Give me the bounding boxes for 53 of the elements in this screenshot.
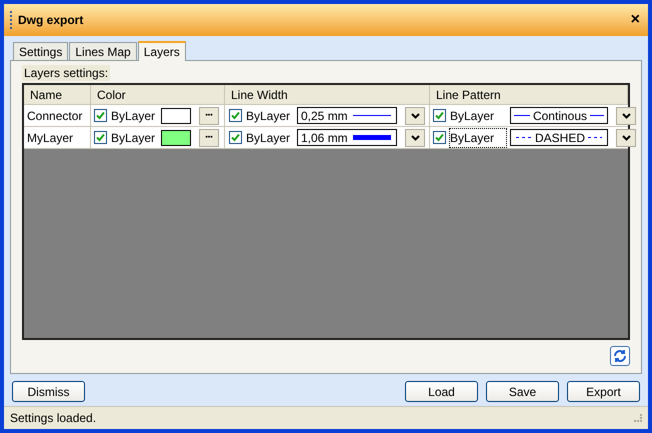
line-pattern-field[interactable]: DASHED	[510, 129, 608, 146]
line-sample-icon	[516, 136, 532, 139]
dropdown-button[interactable]	[616, 128, 636, 146]
color-swatch[interactable]	[161, 108, 191, 124]
line-width-field[interactable]: 1,06 mm	[297, 129, 397, 146]
table-cell: MyLayer	[24, 127, 91, 148]
line-width-field[interactable]: 0,25 mm	[297, 107, 397, 124]
caret-icon	[410, 134, 420, 140]
pattern-name: Continous	[532, 108, 588, 124]
tab[interactable]: Settings	[13, 42, 68, 60]
checkbox-label: ByLayer	[450, 108, 496, 124]
refresh-icon	[613, 349, 627, 363]
dropdown-button[interactable]	[405, 106, 425, 124]
line-sample-icon	[590, 114, 604, 117]
pattern-name: DASHED	[534, 130, 585, 146]
column-header[interactable]: Color	[91, 85, 225, 104]
line-sample-icon	[588, 136, 602, 139]
action-button[interactable]: Export	[567, 381, 640, 402]
checkbox-label: ByLayer	[111, 130, 156, 146]
checkbox-label: ByLayer	[246, 108, 292, 124]
dropdown-button[interactable]	[616, 106, 636, 124]
status-text: Settings loaded.	[10, 410, 98, 427]
dismiss-button[interactable]: Dismiss	[12, 381, 85, 402]
column-header[interactable]: Name	[24, 85, 91, 104]
column-header[interactable]: Line Pattern	[430, 85, 628, 104]
line-sample-icon	[352, 135, 391, 140]
caret-icon	[622, 134, 630, 140]
checkbox-label: ByLayer	[111, 108, 156, 124]
checkbox[interactable]	[433, 131, 446, 144]
checkbox[interactable]	[229, 131, 242, 144]
caret-icon	[410, 112, 420, 118]
checkbox[interactable]	[229, 109, 242, 122]
close-button[interactable]: ×	[630, 12, 640, 28]
refresh-button[interactable]	[610, 346, 630, 366]
line-sample-icon	[514, 114, 530, 117]
section-label: Layers settings:	[22, 65, 110, 81]
checkbox[interactable]	[94, 131, 107, 144]
window-title: Dwg export	[18, 12, 84, 29]
table-cell: Connector	[24, 105, 91, 126]
tab[interactable]: Lines Map	[69, 42, 137, 60]
tab[interactable]: Layers	[138, 41, 186, 61]
action-button[interactable]: Load	[405, 381, 478, 402]
checkbox[interactable]	[94, 109, 107, 122]
line-pattern-field[interactable]: Continous	[510, 107, 608, 124]
checkbox[interactable]	[433, 109, 446, 122]
action-button[interactable]: Save	[486, 381, 559, 402]
resize-grip-icon[interactable]	[634, 414, 642, 422]
column-header[interactable]: Line Width	[225, 85, 430, 104]
checkbox-label: ByLayer	[246, 130, 292, 146]
dropdown-button[interactable]	[405, 128, 425, 146]
color-swatch[interactable]	[161, 130, 191, 146]
checkbox-label: ByLayer	[450, 128, 506, 146]
caret-icon	[622, 112, 630, 118]
